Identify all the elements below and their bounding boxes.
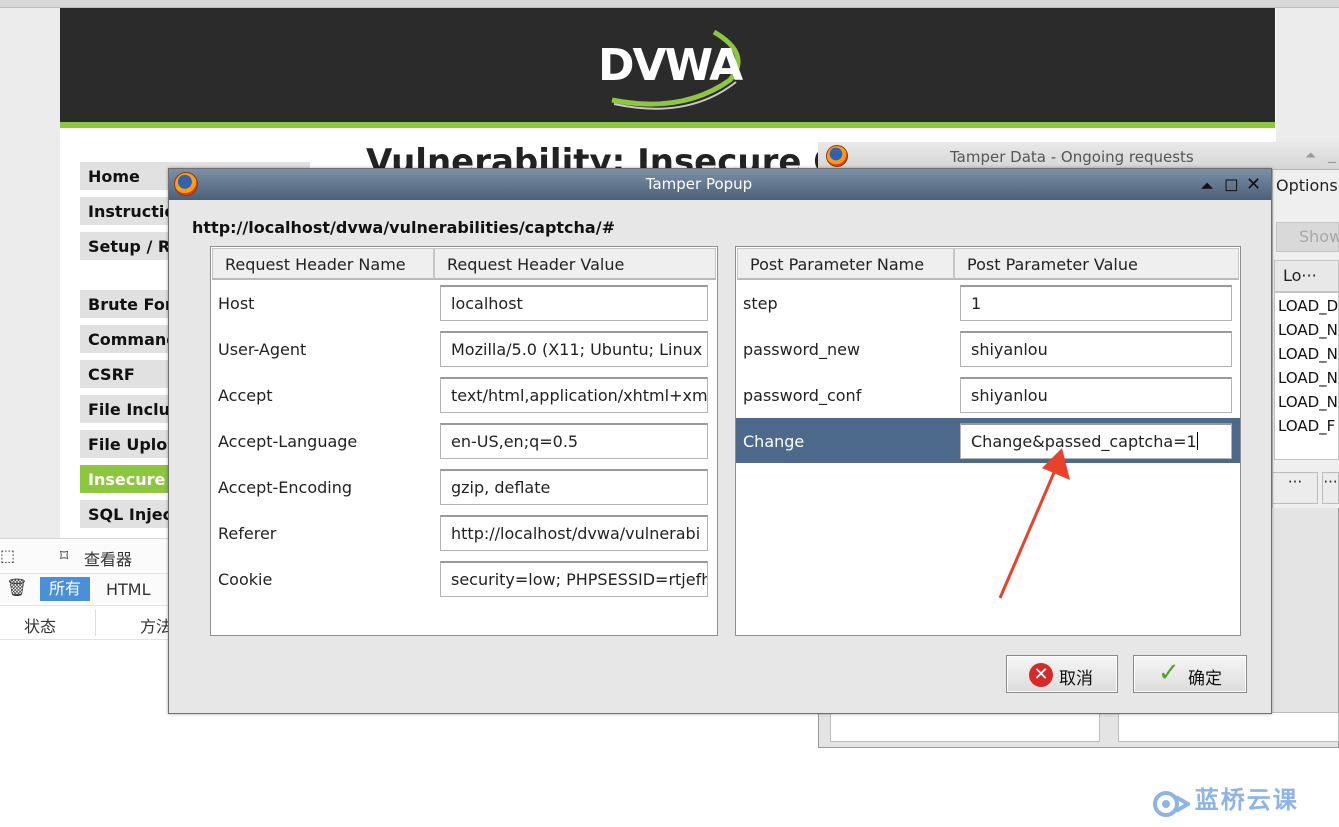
list-item[interactable]: LOAD_N bbox=[1278, 345, 1338, 363]
list-item[interactable]: LOAD_N bbox=[1278, 393, 1338, 411]
inspector-tab[interactable]: 查看器 bbox=[84, 546, 132, 570]
header-name-accept-encoding: Accept-Encoding bbox=[218, 478, 353, 497]
annotation-arrow bbox=[998, 448, 1070, 599]
checkmark-icon: ✓ bbox=[1158, 658, 1180, 688]
column-divider bbox=[95, 610, 96, 636]
minimize-icon[interactable]: _ bbox=[1328, 144, 1336, 163]
header-value-accept[interactable]: text/html,application/xhtml+xml bbox=[440, 377, 708, 413]
param-value-password-new[interactable]: shiyanlou bbox=[960, 331, 1232, 367]
watermark: 蓝桥云课 bbox=[1150, 780, 1299, 817]
list-item[interactable]: LOAD_N bbox=[1278, 369, 1338, 387]
header-value-host[interactable]: localhost bbox=[440, 285, 708, 321]
browser-top-strip bbox=[0, 0, 1339, 8]
ok-label: 确定 bbox=[1188, 669, 1222, 689]
header-name-cookie: Cookie bbox=[218, 570, 273, 589]
filter-all-button[interactable]: 所有 bbox=[40, 577, 90, 601]
header-value-user-agent[interactable]: Mozilla/5.0 (X11; Ubuntu; Linux bbox=[440, 331, 708, 367]
watermark-text: 蓝桥云课 bbox=[1194, 786, 1299, 814]
list-item[interactable]: LOAD_D bbox=[1278, 297, 1338, 315]
header-name-accept: Accept bbox=[218, 386, 273, 405]
filter-html-button[interactable]: HTML bbox=[106, 580, 151, 599]
ok-button[interactable]: ✓ 确定 bbox=[1133, 655, 1247, 693]
details-panel-right bbox=[1118, 712, 1339, 742]
maximize-icon[interactable]: ◻ bbox=[1224, 174, 1239, 195]
request-header-value-column[interactable]: Request Header Value bbox=[434, 248, 716, 280]
request-header-name-column[interactable]: Request Header Name bbox=[212, 248, 434, 280]
cancel-label: 取消 bbox=[1059, 669, 1093, 689]
cancel-button[interactable]: ✕ 取消 bbox=[1006, 655, 1118, 693]
shade-icon[interactable]: ⏶ bbox=[1201, 177, 1213, 195]
browser-left-gutter bbox=[0, 8, 60, 538]
header-value-accept-language[interactable]: en-US,en;q=0.5 bbox=[440, 423, 708, 459]
param-value-step[interactable]: 1 bbox=[960, 285, 1232, 321]
header-name-accept-language: Accept-Language bbox=[218, 432, 358, 451]
firefox-icon bbox=[826, 145, 848, 167]
load-column-header[interactable]: Lo··· bbox=[1274, 260, 1339, 292]
pick-element-icon[interactable]: ⬚ bbox=[0, 546, 15, 565]
list-item[interactable]: LOAD_F bbox=[1278, 417, 1335, 435]
more-button[interactable]: ··· bbox=[1272, 472, 1318, 504]
post-param-name-column[interactable]: Post Parameter Name bbox=[737, 248, 954, 280]
column-status: 状态 bbox=[24, 617, 57, 636]
details-panel-left bbox=[830, 712, 1100, 742]
header-name-host: Host bbox=[218, 294, 255, 313]
post-param-value-column[interactable]: Post Parameter Value bbox=[954, 248, 1239, 280]
dvwa-logo-text: DVWA bbox=[598, 40, 743, 91]
param-name-password-conf: password_conf bbox=[743, 386, 862, 405]
param-name-change: Change bbox=[743, 432, 805, 451]
request-url: http://localhost/dvwa/vulnerabilities/ca… bbox=[192, 218, 615, 237]
header-value-cookie[interactable]: security=low; PHPSESSID=rtjefh5 bbox=[440, 561, 708, 597]
more-button[interactable]: ··· bbox=[1322, 472, 1339, 504]
dvwa-header-bar bbox=[60, 122, 1275, 128]
tamper-data-title: Tamper Data - Ongoing requests bbox=[950, 148, 1194, 166]
param-value-password-conf[interactable]: shiyanlou bbox=[960, 377, 1232, 413]
show-button[interactable]: Show bbox=[1276, 222, 1339, 252]
close-icon[interactable]: ✕ bbox=[1246, 174, 1261, 195]
popup-title: Tamper Popup bbox=[645, 175, 753, 193]
param-name-password-new: password_new bbox=[743, 340, 861, 359]
header-name-referer: Referer bbox=[218, 524, 277, 543]
header-value-accept-encoding[interactable]: gzip, deflate bbox=[440, 469, 708, 505]
cancel-icon: ✕ bbox=[1029, 663, 1053, 687]
inspector-icon: ⌑ bbox=[60, 546, 69, 565]
header-value-referer[interactable]: http://localhost/dvwa/vulnerabi bbox=[440, 515, 708, 551]
header-name-user-agent: User-Agent bbox=[218, 340, 307, 359]
browser-right-gutter bbox=[1276, 8, 1339, 143]
list-item[interactable]: LOAD_N bbox=[1278, 321, 1338, 339]
watermark-logo-icon bbox=[1153, 790, 1192, 817]
param-name-step: step bbox=[743, 294, 778, 313]
trash-icon[interactable]: 🗑 bbox=[6, 578, 28, 598]
options-button[interactable]: Options bbox=[1276, 176, 1338, 195]
shade-icon[interactable]: ⏶ bbox=[1305, 148, 1316, 164]
dvwa-logo: DVWA bbox=[592, 22, 752, 112]
text-caret bbox=[1196, 432, 1198, 450]
